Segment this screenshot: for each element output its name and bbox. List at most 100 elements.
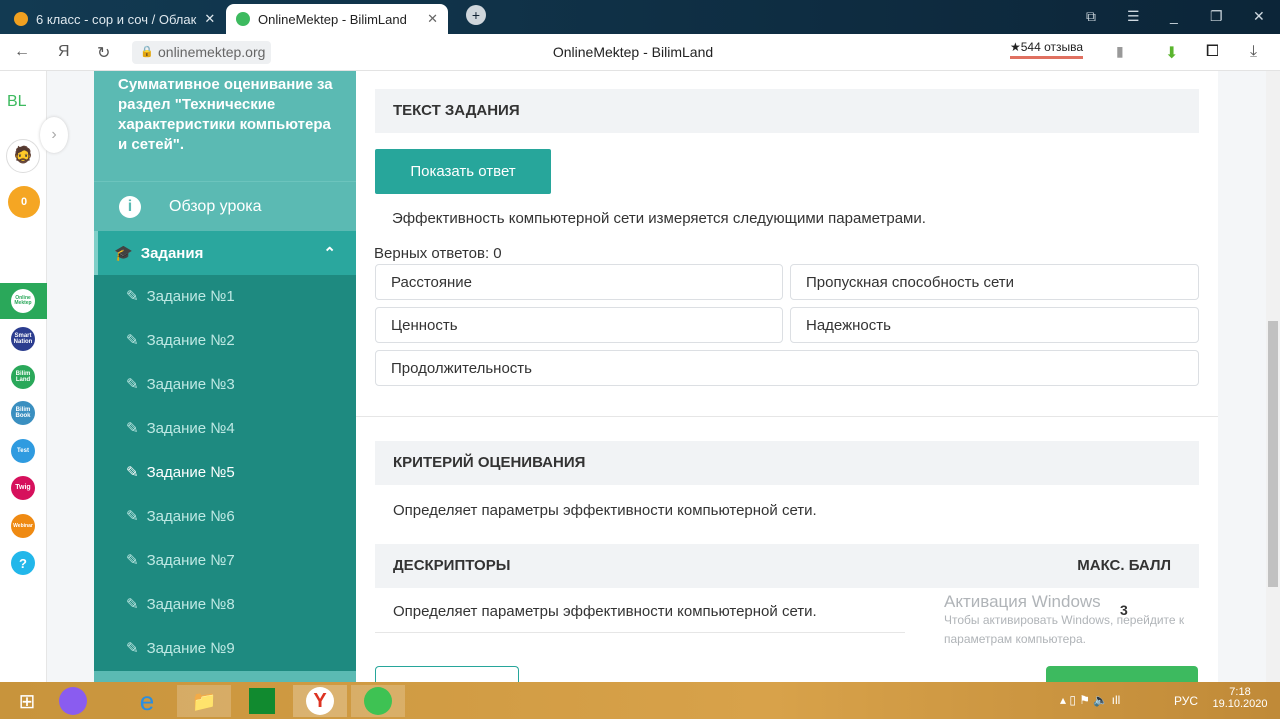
translate-icon[interactable]: ⧠ — [1206, 43, 1219, 61]
task-label: Задание №7 — [146, 551, 235, 569]
task-label: Задание №8 — [146, 595, 235, 613]
sidebar: Суммативное оценивание за раздел "Технич… — [94, 71, 356, 682]
close-window-icon[interactable]: ✕ — [1253, 8, 1265, 25]
task-label: Задание №9 — [146, 639, 235, 657]
watermark-title: Активация Windows — [944, 592, 1101, 611]
task-label: Задание №2 — [146, 331, 235, 349]
criteria-header: КРИТЕРИЙ ОЦЕНИВАНИЯ — [375, 441, 1199, 485]
bl-logo[interactable]: BL — [7, 93, 27, 111]
restore-icon[interactable]: ❐ — [1210, 8, 1223, 25]
close-tab-icon[interactable]: ✕ — [427, 11, 438, 27]
sidebar-task-1[interactable]: ✎ Задание №1 — [126, 287, 235, 306]
edit-icon: ✎ — [126, 640, 139, 657]
descriptors-header-row: ДЕСКРИПТОРЫ МАКС. БАЛЛ — [375, 544, 1199, 588]
edit-icon: ✎ — [126, 376, 139, 393]
rail-help-icon[interactable]: ? — [11, 551, 35, 575]
close-tab-icon[interactable]: ✕ — [204, 11, 215, 27]
task-text-header: ТЕКСТ ЗАДАНИЯ — [375, 89, 1199, 133]
scrollbar-thumb[interactable] — [1268, 321, 1278, 587]
graduation-cap-icon: 🎓 — [114, 245, 133, 262]
store-icon[interactable] — [249, 688, 275, 714]
sidebar-task-6[interactable]: ✎ Задание №6 — [126, 507, 235, 526]
criteria-text: Определяет параметры эффективности компь… — [393, 502, 817, 519]
windows-activation-watermark: Активация Windows Чтобы активировать Win… — [944, 592, 1234, 649]
descriptor-text: Определяет параметры эффективности компь… — [393, 603, 817, 620]
tab-onlinemektep[interactable]: OnlineMektep - BilimLand ✕ — [226, 4, 448, 34]
left-rail: BL 🧔 › 0 Online Mektep Smart Nation Bili… — [0, 71, 68, 682]
tray-icons[interactable]: ▴ ▯ ⚑ 🔈 ıll — [1060, 693, 1120, 707]
tab-label: OnlineMektep - BilimLand — [258, 11, 407, 27]
rail-app-test[interactable]: Test — [11, 439, 35, 463]
whatsapp-icon[interactable] — [364, 687, 392, 715]
bilimland-icon — [236, 12, 250, 26]
sidebar-task-4[interactable]: ✎ Задание №4 — [126, 419, 235, 438]
new-tab-icon[interactable]: + — [466, 5, 486, 25]
bookmarks-icon[interactable]: ⧉ — [1086, 8, 1096, 25]
scrollbar[interactable] — [1266, 71, 1280, 682]
watermark-text: Чтобы активировать Windows, перейдите к … — [944, 613, 1185, 646]
answer-option[interactable]: Расстояние — [375, 264, 783, 300]
task-label: Задание №4 — [146, 419, 235, 437]
sidebar-footer — [94, 671, 356, 682]
sidebar-task-2[interactable]: ✎ Задание №2 — [126, 331, 235, 350]
main-content: ТЕКСТ ЗАДАНИЯ Показать ответ Эффективнос… — [356, 71, 1218, 686]
rail-app-webinar[interactable]: Webinar — [11, 514, 35, 538]
tasks-label: Задания — [140, 244, 204, 262]
rail-app-bilimbook[interactable]: Bilim Book — [11, 401, 35, 425]
edit-icon: ✎ — [126, 552, 139, 569]
task-label: Задание №1 — [146, 287, 235, 305]
correct-count: Верных ответов: 0 — [374, 245, 502, 262]
avatar[interactable]: 🧔 — [6, 139, 40, 173]
sidebar-task-7[interactable]: ✎ Задание №7 — [126, 551, 235, 570]
file-explorer-icon[interactable]: 📁 — [177, 685, 231, 717]
rail-app-twig[interactable]: Twig — [11, 476, 35, 500]
date: 19.10.2020 — [1212, 698, 1268, 710]
task-label: Задание №5 — [146, 463, 235, 481]
taskbar: ⊞ e 📁 Y ▴ ▯ ⚑ 🔈 ıll РУС 7:18 19.10.2020 — [0, 682, 1280, 719]
info-icon: i — [119, 195, 141, 218]
edit-icon: ✎ — [126, 420, 139, 437]
max-score-header: МАКС. БАЛЛ — [1077, 557, 1171, 574]
edit-icon: ✎ — [126, 288, 139, 305]
menu-icon[interactable]: ☰ — [1127, 8, 1140, 25]
tab-bar: 6 класс - сор и соч / Облак ✕ OnlineMekte… — [0, 0, 1280, 34]
sidebar-task-8[interactable]: ✎ Задание №8 — [126, 595, 235, 614]
internet-explorer-icon[interactable]: e — [120, 685, 174, 717]
sidebar-tasks-header[interactable]: 🎓 Задания ⌃ — [94, 231, 356, 275]
yandex-browser-icon[interactable]: Y — [306, 687, 334, 715]
alice-icon[interactable] — [59, 687, 87, 715]
overview-label: Обзор урока — [169, 197, 262, 215]
sidebar-task-3[interactable]: ✎ Задание №3 — [126, 375, 235, 394]
sidebar-task-9[interactable]: ✎ Задание №9 — [126, 639, 235, 658]
language-indicator[interactable]: РУС — [1174, 694, 1198, 708]
lesson-title: Суммативное оценивание за раздел "Технич… — [94, 71, 356, 181]
cloud-icon — [14, 12, 28, 26]
sidebar-task-5[interactable]: ✎ Задание №5 — [126, 463, 235, 482]
rail-app-smartnation[interactable]: Smart Nation — [11, 327, 35, 351]
answer-option[interactable]: Надежность — [790, 307, 1199, 343]
edit-icon: ✎ — [126, 332, 139, 349]
answer-option[interactable]: Ценность — [375, 307, 783, 343]
expand-chevron-icon[interactable]: › — [40, 117, 68, 153]
address-bar: ← Я ↻ 🔒 onlinemektep.org OnlineMektep - B… — [0, 34, 1280, 71]
time: 7:18 — [1229, 686, 1251, 698]
answer-option[interactable]: Продолжительность — [375, 350, 1199, 386]
rail-app-onlinemektep[interactable]: Online Mektep — [11, 289, 35, 313]
answer-option[interactable]: Пропускная способность сети — [790, 264, 1199, 300]
tab-label: 6 класс - сор и соч / Облак — [36, 11, 197, 27]
downloads-icon[interactable]: ⤓ — [1250, 43, 1257, 61]
descriptors-header: ДЕСКРИПТОРЫ — [393, 557, 511, 574]
show-answer-button[interactable]: Показать ответ — [375, 149, 551, 194]
divider — [356, 416, 1218, 417]
minimize-icon[interactable]: _ — [1170, 8, 1178, 24]
sidebar-item-overview[interactable]: i Обзор урока — [94, 181, 356, 231]
edit-icon: ✎ — [126, 464, 139, 481]
rail-app-bilimland[interactable]: Bilim Land — [11, 365, 35, 389]
download-arrow-icon[interactable]: ⬇ — [1165, 43, 1178, 63]
task-label: Задание №3 — [146, 375, 235, 393]
bookmark-icon[interactable]: ▮ — [1116, 43, 1124, 60]
clock[interactable]: 7:18 19.10.2020 — [1210, 686, 1270, 710]
tab-cloud[interactable]: 6 класс - сор и соч / Облак ✕ — [4, 4, 226, 34]
reviews-badge[interactable]: ★544 отзыва — [1010, 40, 1084, 59]
chevron-up-icon[interactable]: ⌃ — [323, 244, 336, 262]
